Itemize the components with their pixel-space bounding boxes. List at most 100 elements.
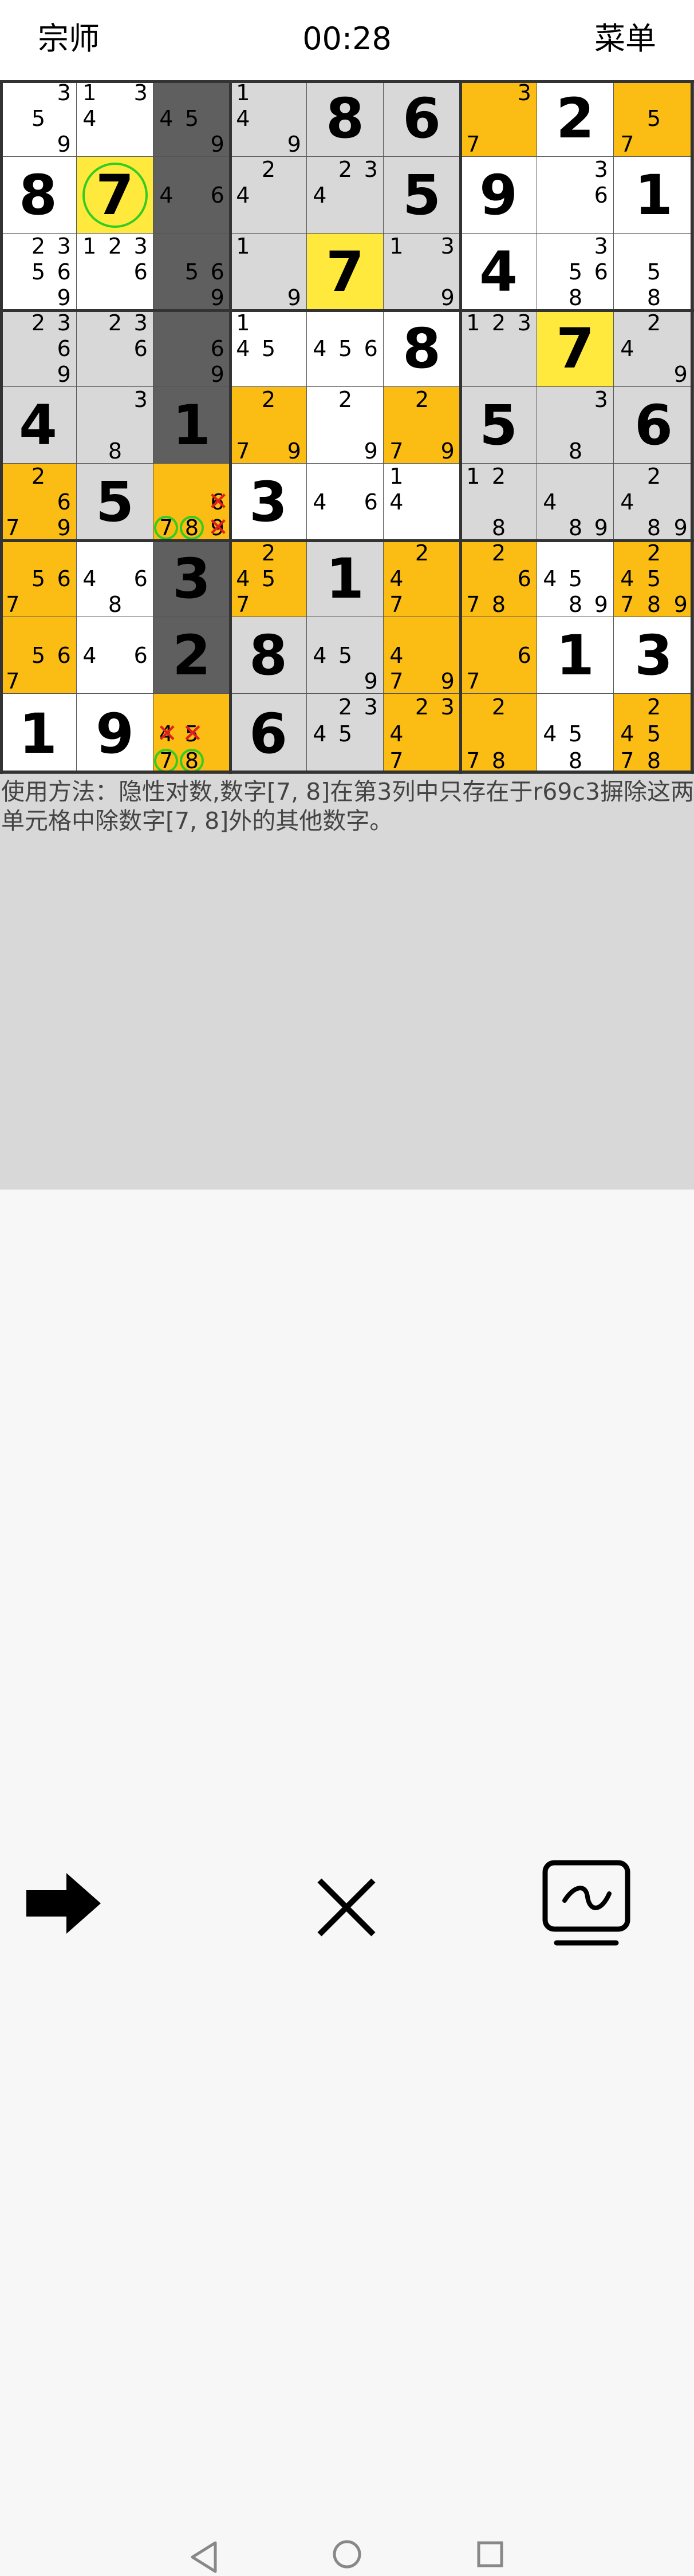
cell-r2c7[interactable]: 9 [460, 157, 537, 234]
cell-r6c5[interactable]: 46 [307, 464, 384, 540]
cell-r9c8[interactable]: 458 [537, 694, 614, 774]
cell-r1c8[interactable]: 2 [537, 80, 614, 157]
cell-r8c3[interactable]: 2 [153, 617, 230, 694]
nav-recent-button[interactable] [476, 2541, 504, 2568]
cell-r8c6[interactable]: 47 9 [384, 617, 460, 694]
candidate-7: 7 [236, 438, 250, 464]
candidate-9: 9 [210, 361, 224, 387]
cell-r6c6[interactable]: 14 [384, 464, 460, 540]
cell-r1c3[interactable]: 459 [153, 80, 230, 157]
cell-r7c6[interactable]: 247 [384, 540, 460, 617]
cell-r4c9[interactable]: 24 9 [614, 310, 694, 387]
candidate-4: 4 [236, 183, 250, 208]
cell-r1c2[interactable]: 1 3 4 [77, 80, 153, 157]
cell-r8c8[interactable]: 1 [537, 617, 614, 694]
cell-r3c5[interactable]: 7 [307, 234, 384, 310]
close-hint-button[interactable] [315, 1876, 378, 1939]
chart-button[interactable] [542, 1859, 631, 1949]
cell-r9c5[interactable]: 23 45 [307, 694, 384, 774]
cell-r3c4[interactable]: 19 [230, 234, 307, 310]
cell-r9c9[interactable]: 24578 [614, 694, 694, 774]
cell-r3c3[interactable]: 569 [153, 234, 230, 310]
cell-r5c1[interactable]: 4 [0, 387, 77, 464]
cell-r7c3[interactable]: 3 [153, 540, 230, 617]
candidate-7: 7 [466, 591, 480, 617]
cell-r8c9[interactable]: 3 [614, 617, 694, 694]
cell-r1c5[interactable]: 8 [307, 80, 384, 157]
cell-r3c6[interactable]: 1 3 9 [384, 234, 460, 310]
cell-r2c4[interactable]: 24 [230, 157, 307, 234]
cell-r3c2[interactable]: 1236 [77, 234, 153, 310]
cell-r5c2[interactable]: 38 [77, 387, 153, 464]
cell-r9c4[interactable]: 6 [230, 694, 307, 774]
candidate-2: 2 [646, 694, 661, 720]
cell-r9c3[interactable]: 4 ✕ 5 ✕ 7 8 [153, 694, 230, 774]
cell-r5c6[interactable]: 27 9 [384, 387, 460, 464]
cell-r2c6[interactable]: 5 [384, 157, 460, 234]
cell-r6c7[interactable]: 12 8 [460, 464, 537, 540]
cell-r7c8[interactable]: 4589 [537, 540, 614, 617]
cell-r4c7[interactable]: 123 [460, 310, 537, 387]
cell-value: 6 [403, 86, 441, 151]
nav-home-button[interactable] [332, 2539, 362, 2569]
cell-r9c7[interactable]: 2 78 [460, 694, 537, 774]
cell-r6c4[interactable]: 3 [230, 464, 307, 540]
cell-r2c5[interactable]: 23 4 [307, 157, 384, 234]
cell-r1c1[interactable]: 359 [0, 80, 77, 157]
cell-r2c9[interactable]: 1 [614, 157, 694, 234]
cell-r4c4[interactable]: 145 [230, 310, 307, 387]
cell-r1c6[interactable]: 6 [384, 80, 460, 157]
cell-r5c3[interactable]: 1 [153, 387, 230, 464]
cell-r9c6[interactable]: 23 47 [384, 694, 460, 774]
cell-r5c8[interactable]: 38 [537, 387, 614, 464]
cell-r6c3[interactable]: 6 ✕ 7 8 9 ✕ [153, 464, 230, 540]
cell-r7c5[interactable]: 1 [307, 540, 384, 617]
cell-r4c2[interactable]: 236 [77, 310, 153, 387]
nav-back-button[interactable] [189, 2541, 219, 2574]
cell-r5c5[interactable]: 29 [307, 387, 384, 464]
cell-r2c2[interactable]: 7 [77, 157, 153, 234]
candidate-2: 2 [31, 310, 46, 336]
cell-r4c6[interactable]: 8 [384, 310, 460, 387]
cell-r8c1[interactable]: 56 7 [0, 617, 77, 694]
candidate-5: 5 [646, 566, 661, 591]
cell-r6c1[interactable]: 26 7 9 [0, 464, 77, 540]
cell-r5c9[interactable]: 6 [614, 387, 694, 464]
cell-r6c9[interactable]: 2489 [614, 464, 694, 540]
cell-r9c2[interactable]: 9 [77, 694, 153, 774]
cell-r4c3[interactable]: 69 [153, 310, 230, 387]
cell-r7c7[interactable]: 26 78 [460, 540, 537, 617]
cell-r2c3[interactable]: 46 [153, 157, 230, 234]
cell-r6c2[interactable]: 5 [77, 464, 153, 540]
cell-r8c5[interactable]: 459 [307, 617, 384, 694]
cell-r7c1[interactable]: 56 7 [0, 540, 77, 617]
cell-r3c7[interactable]: 4 [460, 234, 537, 310]
candidate-8: 8 [568, 591, 583, 617]
candidate-7: 7 [6, 591, 20, 617]
cell-r4c5[interactable]: 456 [307, 310, 384, 387]
cell-r9c1[interactable]: 1 [0, 694, 77, 774]
cell-r4c1[interactable]: 2369 [0, 310, 77, 387]
cell-r3c9[interactable]: 58 [614, 234, 694, 310]
candidate-4: 4 [389, 643, 404, 668]
cell-r2c8[interactable]: 36 [537, 157, 614, 234]
cell-r7c4[interactable]: 2457 [230, 540, 307, 617]
menu-button[interactable]: 菜单 [594, 17, 656, 61]
cell-r1c9[interactable]: 57 [614, 80, 694, 157]
block-divider-v [691, 80, 693, 774]
cell-r3c8[interactable]: 3568 [537, 234, 614, 310]
cell-r8c4[interactable]: 8 [230, 617, 307, 694]
cell-r8c7[interactable]: 67 [460, 617, 537, 694]
cell-r5c4[interactable]: 27 9 [230, 387, 307, 464]
cell-r1c7[interactable]: 37 [460, 80, 537, 157]
cell-r2c1[interactable]: 8 [0, 157, 77, 234]
cell-r6c8[interactable]: 489 [537, 464, 614, 540]
cell-r5c7[interactable]: 5 [460, 387, 537, 464]
cell-r3c1[interactable]: 23569 [0, 234, 77, 310]
cell-r1c4[interactable]: 14 9 [230, 80, 307, 157]
next-step-button[interactable] [25, 1872, 103, 1935]
cell-r7c2[interactable]: 4 68 [77, 540, 153, 617]
cell-r4c8[interactable]: 7 [537, 310, 614, 387]
cell-r8c2[interactable]: 46 [77, 617, 153, 694]
cell-r7c9[interactable]: 245789 [614, 540, 694, 617]
